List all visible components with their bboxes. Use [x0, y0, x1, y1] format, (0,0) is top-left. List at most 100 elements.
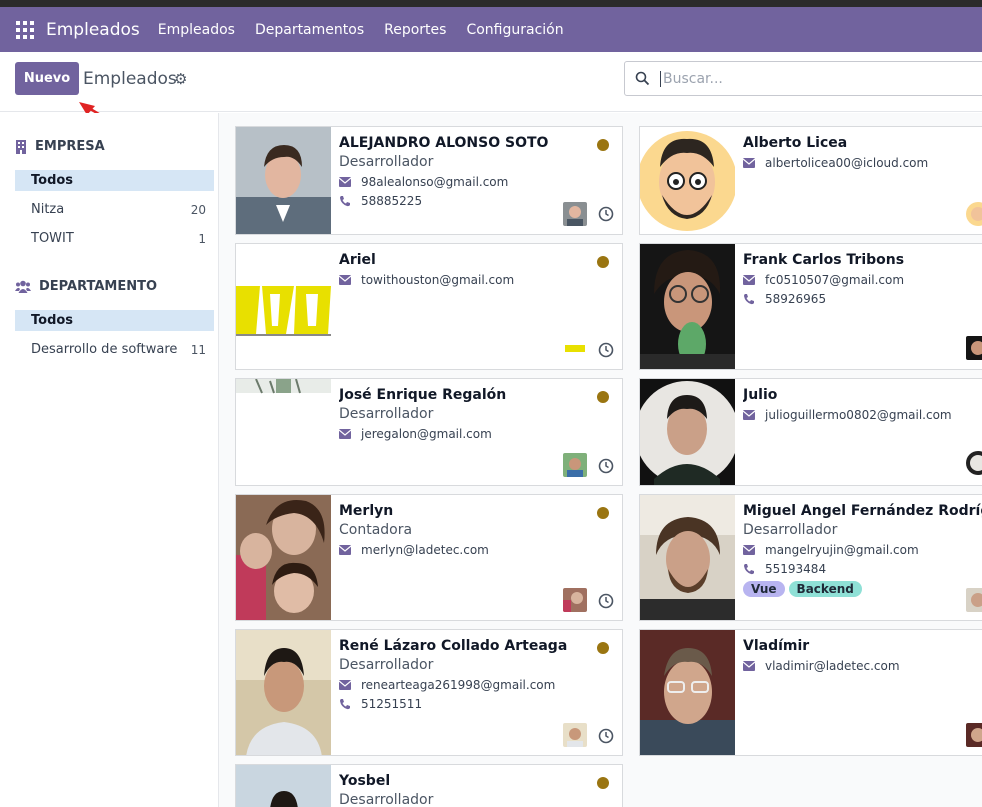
- employee-name: ALEJANDRO ALONSO SOTO: [339, 135, 549, 151]
- employee-phone: 58926965: [765, 292, 827, 306]
- company-section-heading: EMPRESA: [15, 139, 105, 154]
- filter-count: 20: [190, 202, 206, 217]
- employee-name: Yosbel: [339, 773, 391, 789]
- tag-vue: Vue: [743, 581, 785, 597]
- envelope-icon: [339, 177, 351, 187]
- employee-card[interactable]: Ariel towithouston@gmail.com: [235, 243, 623, 370]
- phone-row: 55193484: [743, 562, 982, 576]
- avatar[interactable]: [563, 337, 587, 361]
- employee-photo: [640, 630, 735, 755]
- avatar[interactable]: [966, 723, 982, 747]
- avatar[interactable]: [563, 723, 587, 747]
- email-row: vladimir@ladetec.com: [743, 659, 982, 673]
- users-icon: [15, 280, 31, 293]
- employee-card[interactable]: Vladímir vladimir@ladetec.com: [639, 629, 982, 756]
- clock-icon[interactable]: [598, 728, 614, 744]
- filter-department-todos[interactable]: Todos: [15, 310, 214, 331]
- employee-email: albertolicea00@icloud.com: [765, 156, 929, 170]
- envelope-icon: [743, 661, 755, 671]
- search-input[interactable]: [660, 70, 960, 87]
- app-title[interactable]: Empleados: [46, 20, 140, 40]
- filter-department-desarrollo[interactable]: Desarrollo de software 11: [15, 339, 214, 360]
- filter-count: 11: [190, 342, 206, 357]
- phone-icon: [744, 294, 754, 305]
- employee-photo: [236, 244, 331, 369]
- employee-card[interactable]: Frank Carlos Tribons fc0510507@gmail.com…: [639, 243, 982, 370]
- menu-departamentos[interactable]: Departamentos: [255, 22, 364, 38]
- kanban-view: ALEJANDRO ALONSO SOTO Desarrollador 98al…: [219, 113, 982, 807]
- employee-card[interactable]: Miguel Angel Fernández Rodríguez Desarro…: [639, 494, 982, 621]
- employee-email: vladimir@ladetec.com: [765, 659, 900, 673]
- clock-icon[interactable]: [598, 206, 614, 222]
- filter-label: TOWIT: [31, 231, 74, 246]
- avatar[interactable]: [563, 202, 587, 226]
- employee-job: Contadora: [339, 522, 413, 538]
- envelope-icon: [743, 275, 755, 285]
- email-row: 98alealonso@gmail.com: [339, 175, 618, 189]
- status-dot: [597, 777, 609, 789]
- phone-icon: [744, 564, 754, 575]
- filter-sidebar: EMPRESA Todos Nitza 20 TOWIT 1 DEPARTAME…: [0, 113, 219, 807]
- envelope-icon: [339, 275, 351, 285]
- employee-card[interactable]: Alberto Licea albertolicea00@icloud.com: [639, 126, 982, 235]
- employee-email: renearteaga261998@gmail.com: [361, 678, 556, 692]
- clock-icon[interactable]: [598, 458, 614, 474]
- filter-company-todos[interactable]: Todos: [15, 170, 214, 191]
- envelope-icon: [339, 680, 351, 690]
- apps-grid-icon[interactable]: [16, 20, 34, 39]
- employee-job: Desarrollador: [339, 792, 434, 807]
- filter-count: 1: [198, 231, 206, 246]
- menu-configuracion[interactable]: Configuración: [466, 22, 563, 38]
- avatar[interactable]: [563, 588, 587, 612]
- search-bar[interactable]: [624, 61, 982, 96]
- tag-backend: Backend: [788, 581, 862, 597]
- new-button[interactable]: Nuevo: [15, 62, 79, 95]
- filter-company-nitza[interactable]: Nitza 20: [15, 199, 214, 220]
- employee-card[interactable]: René Lázaro Collado Arteaga Desarrollado…: [235, 629, 623, 756]
- employee-photo: [236, 379, 331, 485]
- status-dot: [597, 256, 609, 268]
- employee-name: José Enrique Regalón: [339, 387, 507, 403]
- avatar[interactable]: [966, 451, 982, 475]
- gear-icon[interactable]: ⚙: [174, 70, 187, 88]
- employee-name: Miguel Angel Fernández Rodríguez: [743, 503, 982, 519]
- email-row: albertolicea00@icloud.com: [743, 156, 982, 170]
- employee-card[interactable]: Julio julioguillermo0802@gmail.com: [639, 378, 982, 486]
- clock-icon[interactable]: [598, 593, 614, 609]
- email-row: julioguillermo0802@gmail.com: [743, 408, 982, 422]
- employee-card[interactable]: ALEJANDRO ALONSO SOTO Desarrollador 98al…: [235, 126, 623, 235]
- employee-job: Desarrollador: [339, 154, 434, 170]
- employee-phone: 58885225: [361, 194, 423, 208]
- filter-label: Nitza: [31, 202, 65, 217]
- employee-email: fc0510507@gmail.com: [765, 273, 905, 287]
- menu-reportes[interactable]: Reportes: [384, 22, 446, 38]
- employee-job: Desarrollador: [339, 406, 434, 422]
- envelope-icon: [339, 429, 351, 439]
- employee-email: 98alealonso@gmail.com: [361, 175, 509, 189]
- employee-card[interactable]: Yosbel Desarrollador: [235, 764, 623, 807]
- building-icon: [16, 139, 26, 154]
- avatar[interactable]: [966, 336, 982, 360]
- status-dot: [597, 139, 609, 151]
- employee-photo: [236, 495, 331, 620]
- filter-company-towit[interactable]: TOWIT 1: [15, 228, 214, 249]
- envelope-icon: [743, 410, 755, 420]
- filter-label: Desarrollo de software: [31, 342, 178, 357]
- avatar[interactable]: [966, 588, 982, 612]
- employee-card[interactable]: José Enrique Regalón Desarrollador jereg…: [235, 378, 623, 486]
- status-dot: [597, 642, 609, 654]
- employee-name: Julio: [743, 387, 778, 403]
- employee-card[interactable]: Merlyn Contadora merlyn@ladetec.com: [235, 494, 623, 621]
- employee-email: towithouston@gmail.com: [361, 273, 515, 287]
- employee-name: René Lázaro Collado Arteaga: [339, 638, 568, 654]
- avatar[interactable]: [966, 202, 982, 226]
- clock-icon[interactable]: [598, 342, 614, 358]
- avatar[interactable]: [563, 453, 587, 477]
- employee-photo: [640, 127, 735, 234]
- employee-photo: [640, 495, 735, 620]
- control-panel: Nuevo Empleados ⚙: [0, 52, 982, 112]
- employee-job: Desarrollador: [743, 522, 838, 538]
- email-row: mangelryujin@gmail.com: [743, 543, 982, 557]
- menu-empleados[interactable]: Empleados: [158, 22, 235, 38]
- employee-photo: [640, 244, 735, 369]
